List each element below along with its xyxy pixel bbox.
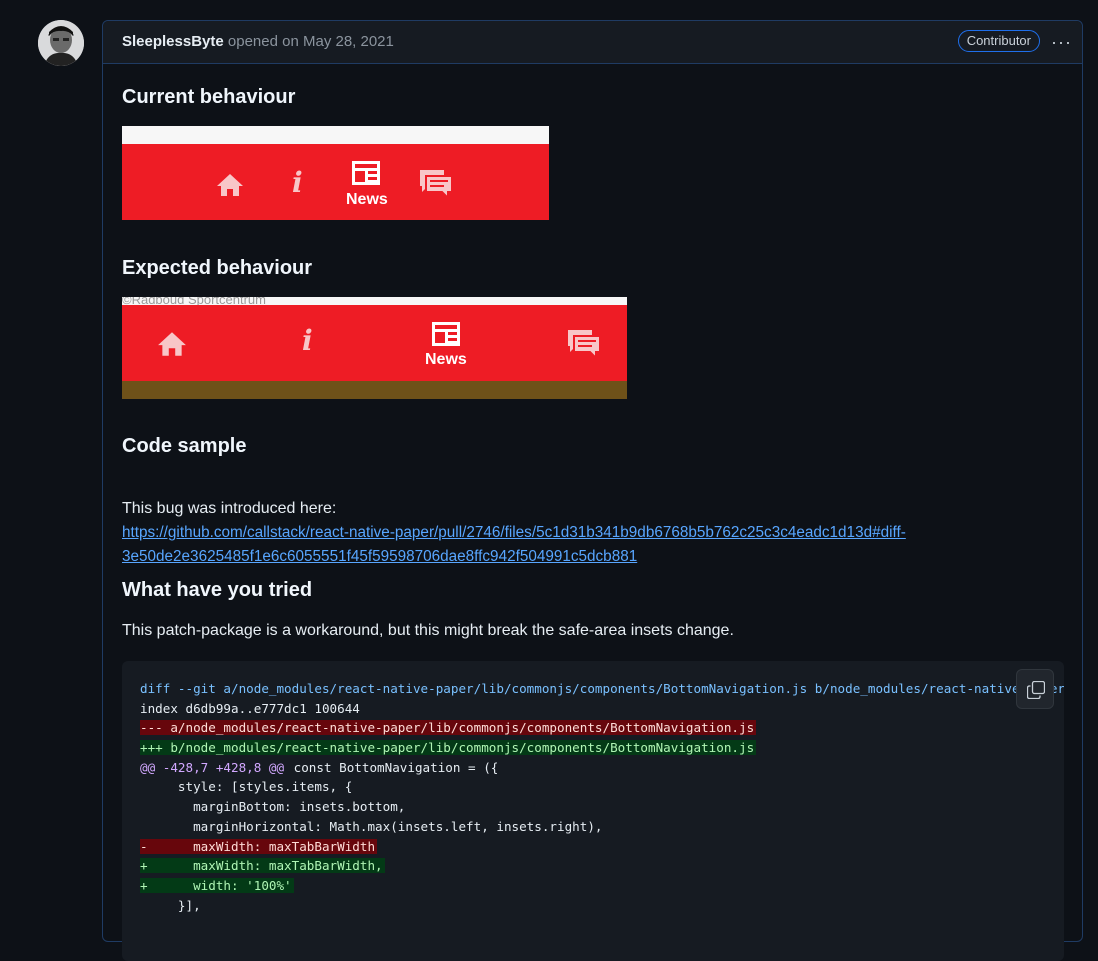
news-icon xyxy=(352,161,380,185)
code-line-text: marginBottom: insets.bottom, xyxy=(140,799,406,815)
code-line: }], xyxy=(122,896,1064,916)
news-tab-label: News xyxy=(425,351,467,368)
author-name[interactable]: SleeplessByte xyxy=(122,33,224,50)
code-line-text: marginHorizontal: Math.max(insets.left, … xyxy=(140,818,603,834)
home-icon xyxy=(217,174,243,196)
code-block[interactable]: diff --git a/node_modules/react-native-p… xyxy=(122,661,1064,961)
code-line: + width: '100%' xyxy=(122,876,1064,896)
code-line-text: - maxWidth: maxTabBarWidth xyxy=(140,838,378,854)
code-line: index d6db99a..e777dc1 100644 xyxy=(122,699,1064,719)
code-line-text: + maxWidth: maxTabBarWidth, xyxy=(140,858,385,874)
code-line: +++ b/node_modules/react-native-paper/li… xyxy=(122,738,1064,758)
code-line: marginHorizontal: Math.max(insets.left, … xyxy=(122,817,1064,837)
author-avatar[interactable] xyxy=(38,20,84,66)
code-line-text: --- a/node_modules/react-native-paper/li… xyxy=(140,720,757,736)
code-lines: diff --git a/node_modules/react-native-p… xyxy=(122,679,1064,915)
info-icon: i xyxy=(292,166,303,199)
chat-icon xyxy=(420,170,453,201)
code-line-text: diff --git a/node_modules/react-native-p… xyxy=(140,681,1064,696)
code-line: + maxWidth: maxTabBarWidth, xyxy=(122,856,1064,876)
pull-request-link-line2[interactable]: 3e50de2e3625485f1e6c6055551f45f59598706d… xyxy=(122,548,637,565)
current-behaviour-screenshot[interactable]: i News xyxy=(122,126,549,220)
expected-behaviour-screenshot[interactable]: ©Radboud Sportcentrum i News xyxy=(122,297,627,399)
code-line-text: index d6db99a..e777dc1 100644 xyxy=(140,700,360,716)
pull-request-link-line1[interactable]: https://github.com/callstack/react-nativ… xyxy=(122,524,906,541)
code-line-rest: const BottomNavigation = ({ xyxy=(286,759,499,775)
heading-expected-behaviour: Expected behaviour xyxy=(122,257,313,279)
code-line: marginBottom: insets.bottom, xyxy=(122,797,1064,817)
copy-icon xyxy=(1027,681,1045,699)
code-line-text: + width: '100%' xyxy=(140,877,294,893)
comment-header: SleeplessByte opened on May 28, 2021 Con… xyxy=(103,21,1082,64)
code-line: - maxWidth: maxTabBarWidth xyxy=(122,837,1064,857)
pull-request-link[interactable]: https://github.com/callstack/react-nativ… xyxy=(122,521,906,569)
copy-button[interactable] xyxy=(1016,669,1054,709)
news-tab-label: News xyxy=(346,191,388,208)
news-icon xyxy=(432,322,460,346)
code-line-text: @@ -428,7 +428,8 @@ xyxy=(140,759,285,775)
heading-current-behaviour: Current behaviour xyxy=(122,86,296,108)
more-options-icon[interactable]: ··· xyxy=(1051,21,1072,63)
issue-comment: SleeplessByte opened on May 28, 2021 Con… xyxy=(102,20,1083,961)
code-line: diff --git a/node_modules/react-native-p… xyxy=(122,679,1064,699)
home-icon xyxy=(158,332,186,356)
avatar-image xyxy=(38,20,84,66)
code-line: --- a/node_modules/react-native-paper/li… xyxy=(122,718,1064,738)
workaround-text: This patch-package is a workaround, but … xyxy=(122,622,734,639)
heading-code-sample: Code sample xyxy=(122,435,247,457)
code-line-text: style: [styles.items, { xyxy=(140,779,353,795)
heading-what-have-you-tried: What have you tried xyxy=(122,579,313,601)
chat-icon xyxy=(568,330,601,361)
code-line-text: +++ b/node_modules/react-native-paper/li… xyxy=(140,740,757,756)
introduced-text: This bug was introduced here: xyxy=(122,500,337,517)
code-line: @@ -428,7 +428,8 @@ const BottomNavigati… xyxy=(122,758,1064,778)
info-icon: i xyxy=(302,324,313,357)
contributor-badge: Contributor xyxy=(957,30,1040,52)
opened-timestamp[interactable]: opened on May 28, 2021 xyxy=(224,33,394,50)
code-line-text: }], xyxy=(140,897,201,913)
code-line: style: [styles.items, { xyxy=(122,777,1064,797)
